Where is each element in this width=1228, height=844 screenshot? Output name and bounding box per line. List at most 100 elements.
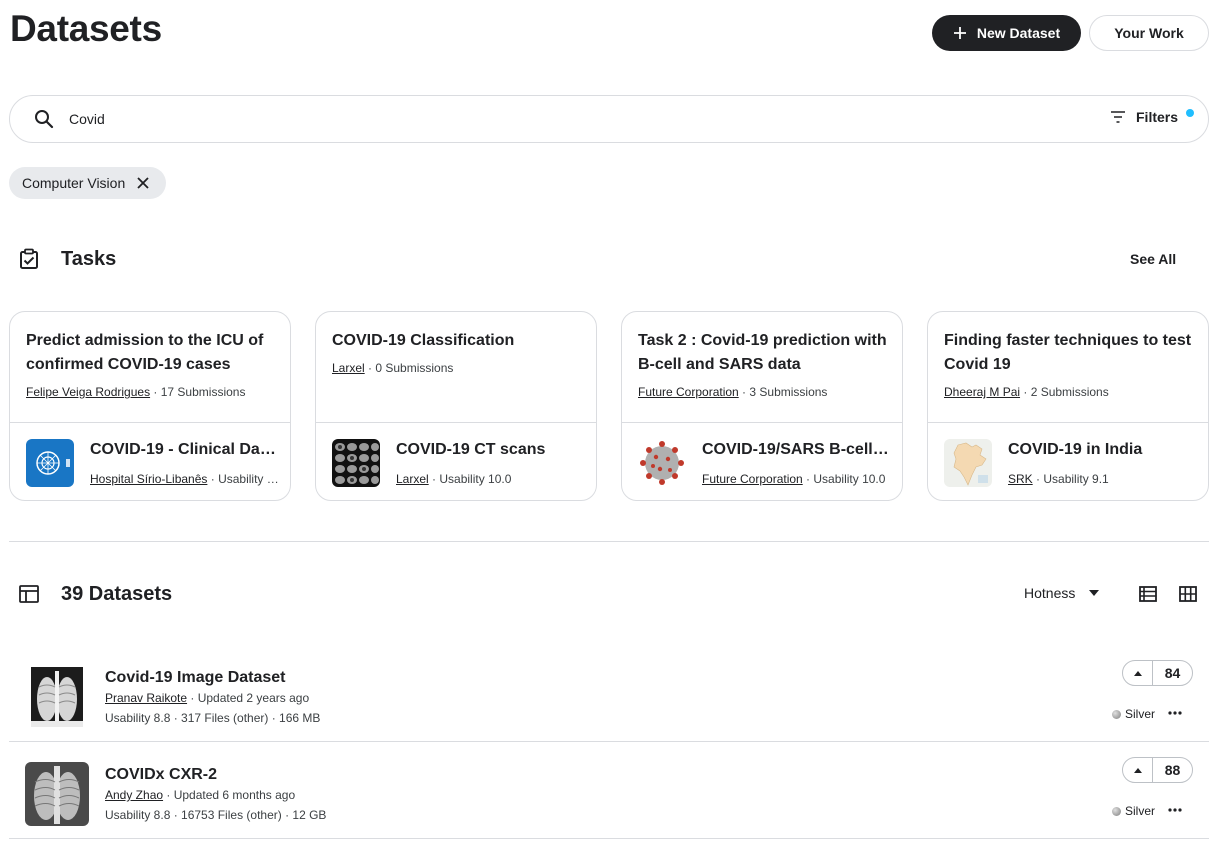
dataset-usability: · Usability 10.0 bbox=[210, 472, 280, 486]
upvote-widget: 84 bbox=[1122, 660, 1193, 686]
dataset-row[interactable]: Covid-19 Image Dataset Pranav Raikote · … bbox=[9, 645, 1209, 742]
caret-up-icon bbox=[1133, 670, 1142, 676]
see-all-link[interactable]: See All bbox=[1130, 251, 1176, 267]
task-submissions: · 3 Submissions bbox=[738, 385, 828, 399]
sort-label: Hotness bbox=[1024, 585, 1076, 601]
dataset-meta: SRK · Usability 9.1 bbox=[1008, 472, 1198, 486]
filter-chip-label: Computer Vision bbox=[22, 175, 126, 191]
section-divider bbox=[9, 541, 1209, 542]
dataset-name[interactable]: COVID-19 in India bbox=[1008, 441, 1198, 459]
dataset-thumbnail bbox=[25, 665, 89, 729]
task-meta: Dheeraj M Pai · 2 Submissions bbox=[944, 385, 1109, 399]
dataset-name[interactable]: COVID-19/SARS B-cell Epitope Prediction bbox=[702, 441, 892, 459]
search-icon bbox=[35, 110, 54, 129]
author-link[interactable]: Andy Zhao bbox=[105, 788, 163, 802]
task-meta: Future Corporation · 3 Submissions bbox=[638, 385, 827, 399]
list-view-icon[interactable] bbox=[1138, 584, 1158, 604]
dataset-byline: Pranav Raikote · Updated 2 years ago bbox=[105, 691, 309, 705]
filters-label: Filters bbox=[1136, 109, 1179, 125]
dataset-thumbnail bbox=[26, 439, 74, 487]
new-dataset-button[interactable]: New Dataset bbox=[932, 15, 1081, 51]
task-submissions: · 0 Submissions bbox=[364, 361, 454, 375]
new-dataset-label: New Dataset bbox=[976, 25, 1061, 41]
task-title[interactable]: COVID-19 Classification bbox=[332, 329, 586, 353]
filters-button[interactable]: Filters bbox=[1110, 109, 1178, 125]
filter-icon bbox=[1111, 111, 1125, 123]
more-options-icon[interactable] bbox=[1167, 802, 1183, 818]
upvote-button[interactable] bbox=[1123, 758, 1153, 782]
dataset-name[interactable]: COVID-19 - Clinical Data to assess diagn… bbox=[90, 441, 280, 459]
task-header: Task 2 : Covid-19 prediction with B-cell… bbox=[622, 312, 902, 423]
medal-badge: Silver bbox=[1112, 804, 1155, 818]
dataset-thumbnail bbox=[944, 439, 992, 487]
dataset-owner-link[interactable]: Larxel bbox=[396, 472, 429, 486]
task-submissions: · 17 Submissions bbox=[150, 385, 246, 399]
updated-text: · Updated 6 months ago bbox=[163, 788, 296, 802]
task-card[interactable]: Finding faster techniques to test Covid … bbox=[927, 311, 1209, 501]
sort-dropdown[interactable]: Hotness bbox=[1024, 585, 1100, 601]
medal-label: Silver bbox=[1125, 707, 1156, 721]
task-card[interactable]: COVID-19 Classification Larxel · 0 Submi… bbox=[315, 311, 597, 501]
vote-count: 84 bbox=[1164, 665, 1181, 681]
your-work-button[interactable]: Your Work bbox=[1089, 15, 1209, 51]
task-meta: Larxel · 0 Submissions bbox=[332, 361, 453, 375]
task-submissions: · 2 Submissions bbox=[1020, 385, 1109, 399]
close-icon[interactable] bbox=[136, 176, 150, 190]
dataset-usability: · Usability 9.1 bbox=[1032, 472, 1109, 486]
silver-medal-icon bbox=[1112, 806, 1121, 816]
task-meta: Felipe Veiga Rodrigues · 17 Submissions bbox=[26, 385, 245, 399]
search-input[interactable] bbox=[69, 108, 969, 130]
task-header: COVID-19 Classification Larxel · 0 Submi… bbox=[316, 312, 596, 423]
dataset-usability: · Usability 10.0 bbox=[428, 472, 512, 486]
task-title[interactable]: Finding faster techniques to test Covid … bbox=[944, 329, 1198, 377]
caret-up-icon bbox=[1133, 767, 1142, 773]
task-title[interactable]: Predict admission to the ICU of confirme… bbox=[26, 329, 280, 377]
updated-text: · Updated 2 years ago bbox=[187, 691, 310, 705]
dataset-row[interactable]: COVIDx CXR-2 Andy Zhao · Updated 6 month… bbox=[9, 742, 1209, 839]
task-header: Predict admission to the ICU of confirme… bbox=[10, 312, 290, 423]
search-bar: Filters bbox=[9, 95, 1209, 143]
tasks-title: Tasks bbox=[61, 248, 117, 270]
dataset-thumbnail bbox=[332, 439, 380, 487]
dataset-thumbnail bbox=[638, 439, 686, 487]
dataset-meta: Future Corporation · Usability 10.0 bbox=[702, 472, 892, 486]
task-author-link[interactable]: Felipe Veiga Rodrigues bbox=[26, 385, 150, 399]
table-icon bbox=[19, 585, 39, 603]
dataset-byline: Andy Zhao · Updated 6 months ago bbox=[105, 788, 295, 802]
task-author-link[interactable]: Dheeraj M Pai bbox=[944, 385, 1020, 399]
grid-view-icon[interactable] bbox=[1178, 584, 1198, 604]
silver-medal-icon bbox=[1112, 709, 1121, 719]
task-title[interactable]: Task 2 : Covid-19 prediction with B-cell… bbox=[638, 329, 892, 377]
task-header: Finding faster techniques to test Covid … bbox=[928, 312, 1208, 423]
dataset-title[interactable]: COVIDx CXR-2 bbox=[105, 766, 217, 784]
dataset-owner-link[interactable]: Hospital Sírio-Libanês bbox=[90, 472, 207, 486]
medal-label: Silver bbox=[1125, 804, 1156, 818]
author-link[interactable]: Pranav Raikote bbox=[105, 691, 187, 705]
task-author-link[interactable]: Future Corporation bbox=[638, 385, 739, 399]
plus-icon bbox=[953, 27, 966, 39]
dataset-meta: Larxel · Usability 10.0 bbox=[396, 472, 586, 486]
dataset-owner-link[interactable]: Future Corporation bbox=[702, 472, 803, 486]
dataset-stats: Usability 8.8 · 16753 Files (other) · 12… bbox=[105, 808, 327, 822]
page-title: Datasets bbox=[10, 8, 162, 49]
more-options-icon[interactable] bbox=[1167, 705, 1183, 721]
task-card[interactable]: Task 2 : Covid-19 prediction with B-cell… bbox=[621, 311, 903, 501]
filter-active-dot bbox=[1186, 109, 1194, 117]
medal-badge: Silver bbox=[1112, 707, 1155, 721]
vote-count: 88 bbox=[1164, 762, 1181, 778]
datasets-count-title: 39 Datasets bbox=[61, 583, 173, 605]
task-author-link[interactable]: Larxel bbox=[332, 361, 365, 375]
dataset-usability: · Usability 10.0 bbox=[802, 472, 886, 486]
dataset-owner-link[interactable]: SRK bbox=[1008, 472, 1033, 486]
upvote-button[interactable] bbox=[1123, 661, 1153, 685]
filter-chip[interactable]: Computer Vision bbox=[9, 167, 166, 199]
dataset-meta: Hospital Sírio-Libanês · Usability 10.0 bbox=[90, 472, 280, 486]
task-card[interactable]: Predict admission to the ICU of confirme… bbox=[9, 311, 291, 501]
dataset-name[interactable]: COVID-19 CT scans bbox=[396, 441, 586, 459]
caret-down-icon bbox=[1089, 590, 1100, 596]
clipboard-check-icon bbox=[20, 248, 38, 269]
dataset-title[interactable]: Covid-19 Image Dataset bbox=[105, 669, 286, 687]
upvote-widget: 88 bbox=[1122, 757, 1193, 783]
dataset-thumbnail bbox=[25, 762, 89, 826]
dataset-stats: Usability 8.8 · 317 Files (other) · 166 … bbox=[105, 711, 321, 725]
